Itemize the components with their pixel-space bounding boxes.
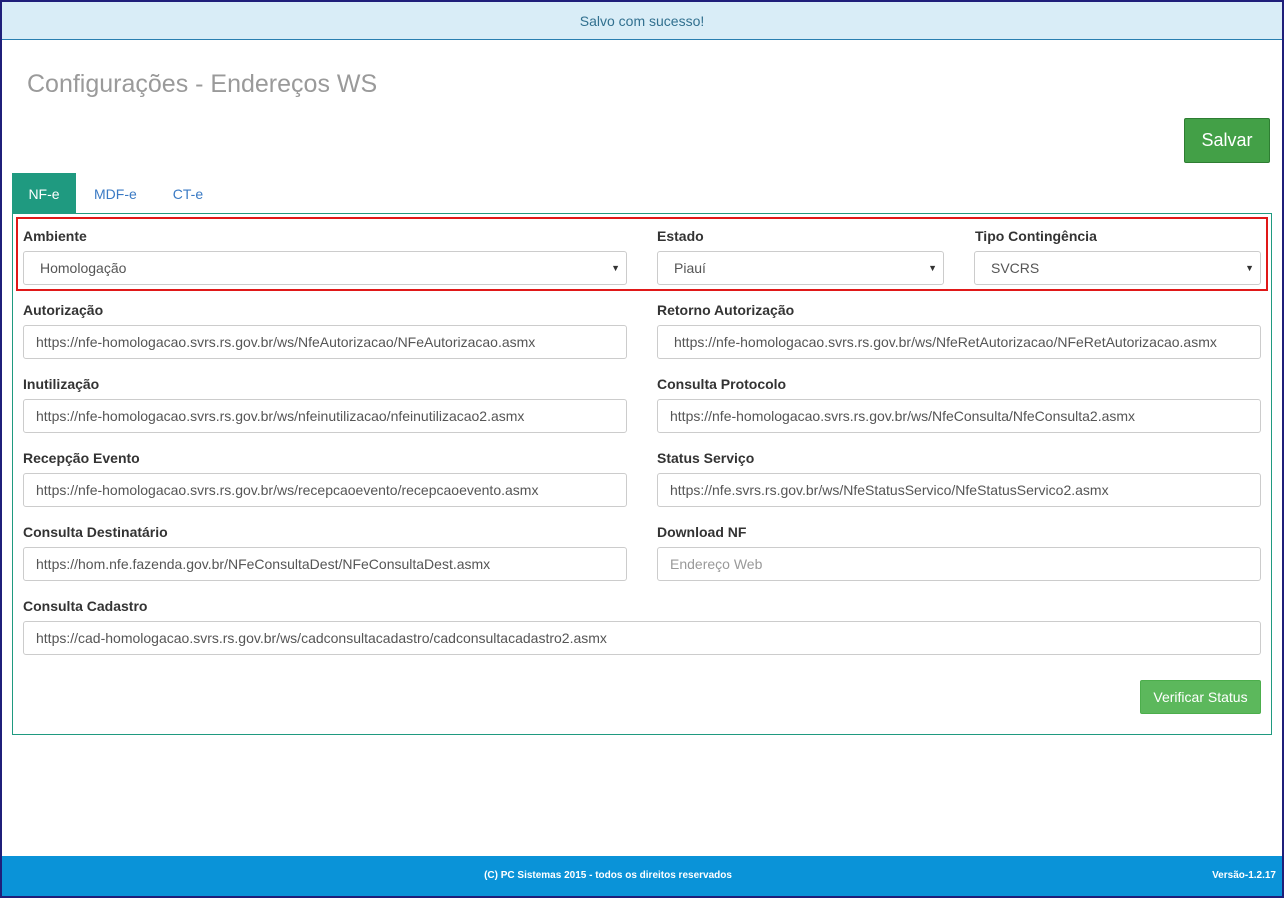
tipo-contingencia-select[interactable]: SVCRS ▼: [974, 251, 1261, 285]
retorno-autorizacao-input[interactable]: https://nfe-homologacao.svrs.rs.gov.br/w…: [657, 325, 1261, 359]
consulta-destinatario-input[interactable]: https://hom.nfe.fazenda.gov.br/NFeConsul…: [23, 547, 627, 581]
download-nf-input[interactable]: Endereço Web: [657, 547, 1261, 581]
consulta-protocolo-label: Consulta Protocolo: [657, 376, 787, 392]
chevron-down-icon: ▼: [1245, 263, 1254, 273]
estado-select[interactable]: Piauí ▼: [657, 251, 944, 285]
download-nf-label: Download NF: [657, 524, 747, 540]
recepcao-evento-input[interactable]: https://nfe-homologacao.svrs.rs.gov.br/w…: [23, 473, 627, 507]
tab-cte[interactable]: CT-e: [155, 173, 221, 214]
chevron-down-icon: ▼: [611, 263, 620, 273]
alert-message: Salvo com sucesso!: [579, 12, 705, 29]
tab-bar: NF-e MDF-e CT-e: [12, 173, 221, 214]
inutilizacao-input[interactable]: https://nfe-homologacao.svrs.rs.gov.br/w…: [23, 399, 627, 433]
verify-status-button[interactable]: Verificar Status: [1140, 680, 1261, 714]
ambiente-label: Ambiente: [23, 228, 87, 244]
status-servico-input[interactable]: https://nfe.svrs.rs.gov.br/ws/NfeStatusS…: [657, 473, 1261, 507]
status-servico-label: Status Serviço: [657, 450, 755, 466]
tab-nfe[interactable]: NF-e: [12, 173, 76, 214]
footer-copyright: (C) PC Sistemas 2015 - todos os direitos…: [484, 870, 732, 881]
estado-value: Piauí: [674, 260, 706, 276]
retorno-autorizacao-label: Retorno Autorização: [657, 302, 795, 318]
autorizacao-label: Autorização: [23, 302, 104, 318]
tipo-contingencia-label: Tipo Contingência: [975, 228, 1097, 244]
page-title: Configurações - Endereços WS: [27, 70, 378, 98]
tab-mdfe[interactable]: MDF-e: [76, 173, 155, 214]
consulta-cadastro-label: Consulta Cadastro: [23, 598, 148, 614]
footer: (C) PC Sistemas 2015 - todos os direitos…: [2, 856, 1282, 896]
tipo-contingencia-value: SVCRS: [991, 260, 1040, 276]
success-alert: Salvo com sucesso!: [2, 2, 1282, 40]
estado-label: Estado: [657, 228, 704, 244]
consulta-protocolo-input[interactable]: https://nfe-homologacao.svrs.rs.gov.br/w…: [657, 399, 1261, 433]
consulta-destinatario-label: Consulta Destinatário: [23, 524, 168, 540]
autorizacao-input[interactable]: https://nfe-homologacao.svrs.rs.gov.br/w…: [23, 325, 627, 359]
consulta-cadastro-input[interactable]: https://cad-homologacao.svrs.rs.gov.br/w…: [23, 621, 1261, 655]
ambiente-value: Homologação: [40, 260, 127, 276]
recepcao-evento-label: Recepção Evento: [23, 450, 140, 466]
footer-version: Versão-1.2.17: [1212, 870, 1276, 881]
save-button[interactable]: Salvar: [1184, 118, 1270, 163]
inutilizacao-label: Inutilização: [23, 376, 100, 392]
chevron-down-icon: ▼: [928, 263, 937, 273]
ambiente-select[interactable]: Homologação ▼: [23, 251, 627, 285]
